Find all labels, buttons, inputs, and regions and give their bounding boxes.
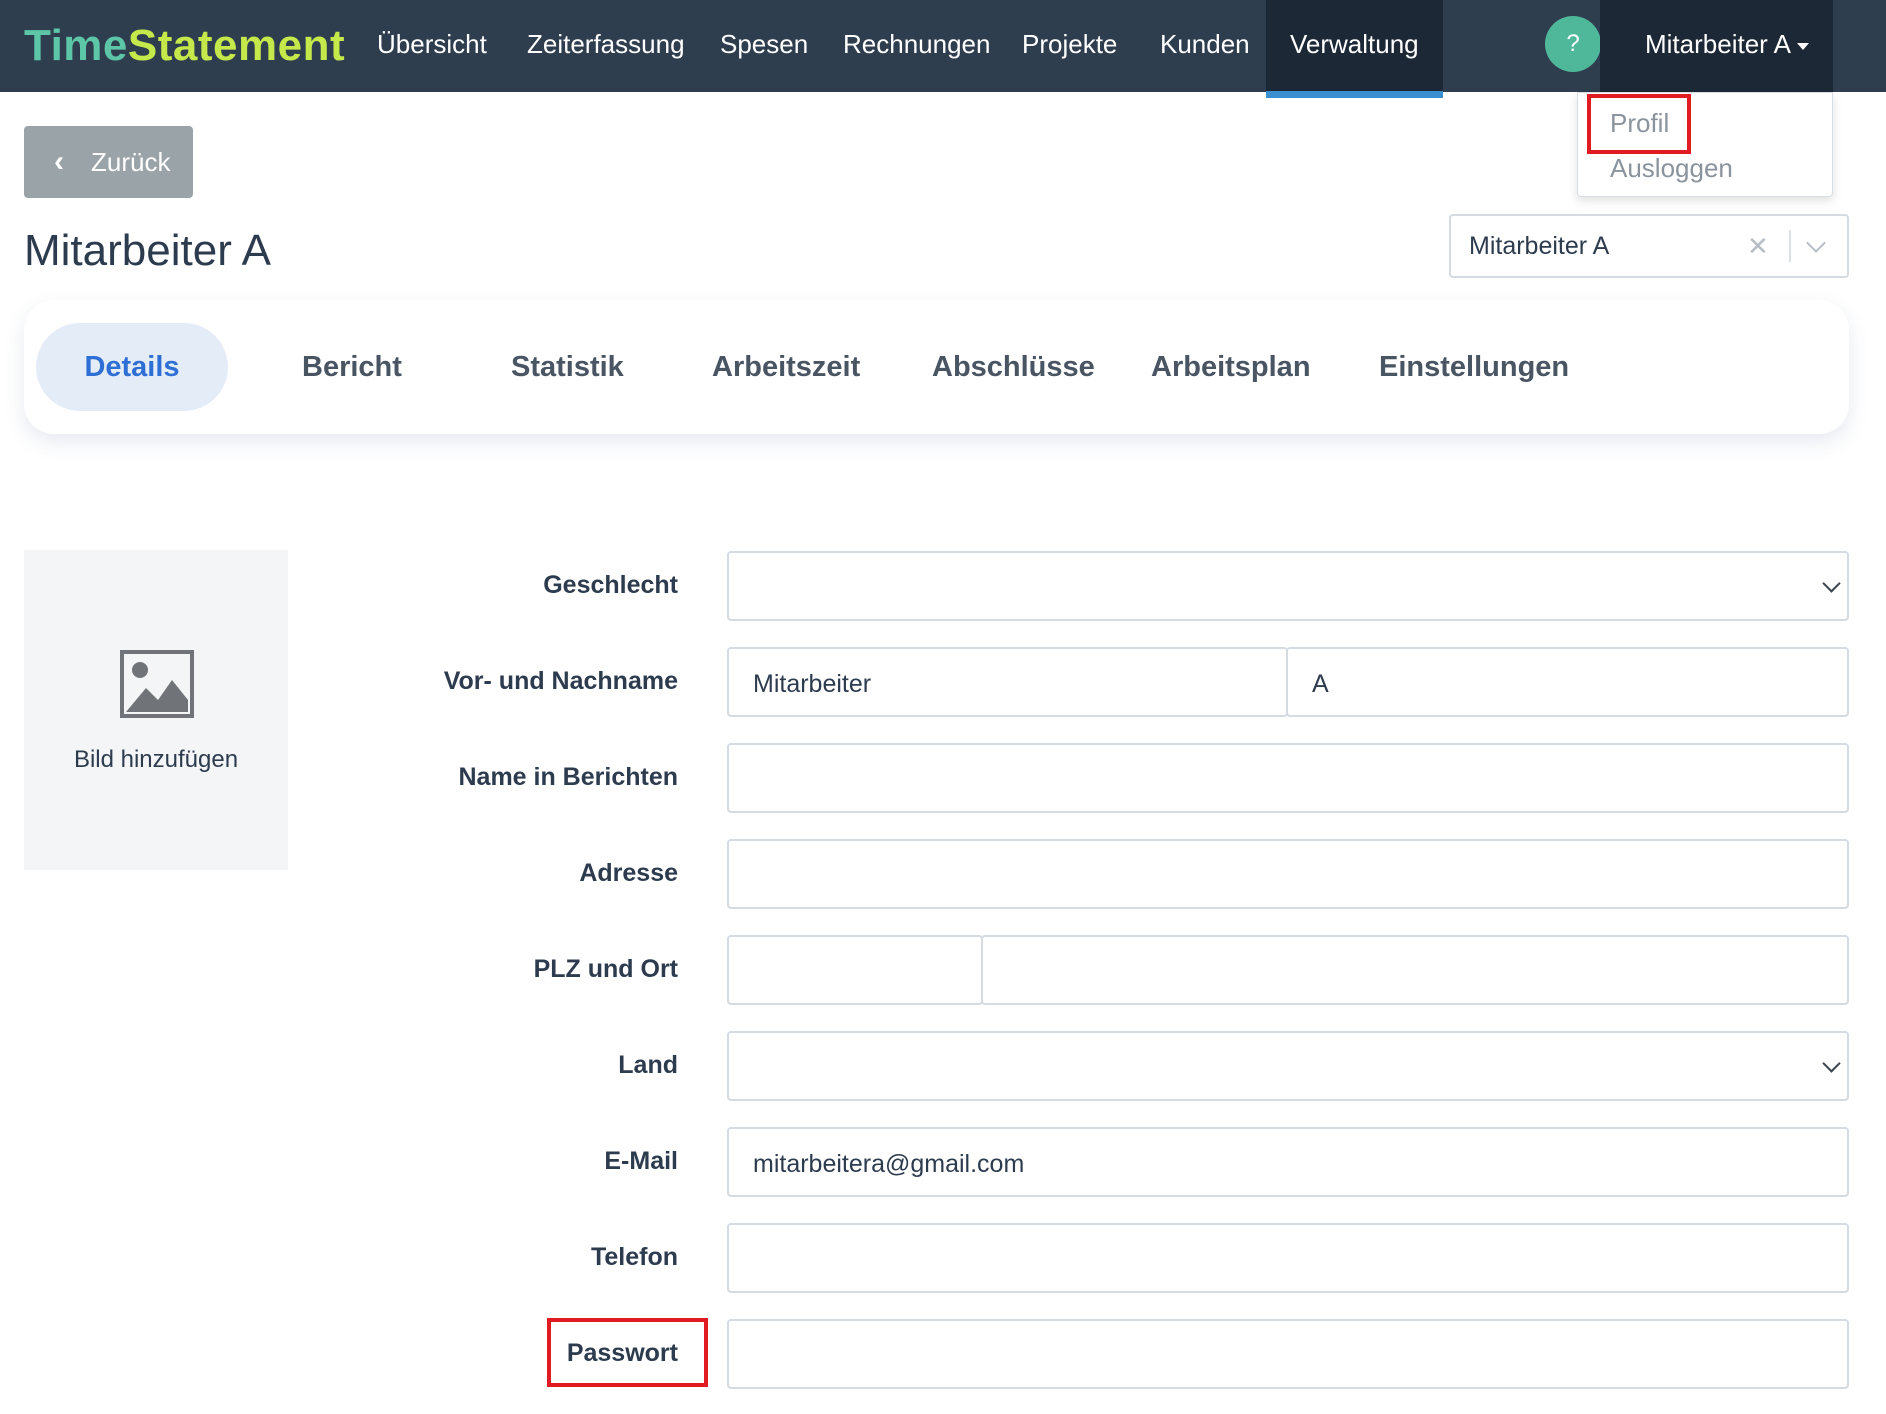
clear-icon[interactable]: ✕: [1747, 216, 1769, 276]
employee-select-value: Mitarbeiter A: [1469, 232, 1610, 260]
tab-details[interactable]: Details: [36, 323, 228, 411]
chevron-down-icon: [1822, 574, 1841, 593]
nav-item-projekte[interactable]: Projekte: [1022, 0, 1117, 92]
last-name-value: A: [1312, 670, 1329, 698]
user-menu-toggle[interactable]: Mitarbeiter A: [1600, 0, 1833, 92]
country-select[interactable]: [727, 1031, 1849, 1101]
chevron-down-icon[interactable]: [1806, 233, 1826, 253]
tab-einstellungen[interactable]: Einstellungen: [1379, 300, 1569, 434]
user-menu-label: Mitarbeiter A: [1645, 29, 1791, 59]
dropdown-item-ausloggen[interactable]: Ausloggen: [1610, 153, 1733, 184]
phone-input[interactable]: [727, 1223, 1849, 1293]
brand-part-1: Time: [24, 21, 128, 70]
nav-item-uebersicht[interactable]: Übersicht: [377, 0, 487, 92]
zip-input[interactable]: [727, 935, 983, 1005]
brand-part-2: Statement: [127, 21, 346, 70]
highlight-profil: [1587, 94, 1691, 154]
tab-statistik[interactable]: Statistik: [511, 300, 624, 434]
nav-item-rechnungen[interactable]: Rechnungen: [843, 0, 990, 92]
tab-abschluesse[interactable]: Abschlüsse: [932, 300, 1095, 434]
nav-item-kunden[interactable]: Kunden: [1160, 0, 1250, 92]
add-image-box[interactable]: Bild hinzufügen: [24, 550, 288, 870]
nav-item-spesen[interactable]: Spesen: [720, 0, 808, 92]
back-button-label: Zurück: [91, 147, 171, 177]
nav-item-verwaltung[interactable]: Verwaltung: [1266, 0, 1443, 98]
first-name-input[interactable]: Mitarbeiter: [727, 647, 1288, 717]
gender-select[interactable]: [727, 551, 1849, 621]
nav-item-zeiterfassung[interactable]: Zeiterfassung: [527, 0, 685, 92]
zip-city-label: PLZ und Ort: [533, 955, 678, 983]
report-name-label: Name in Berichten: [458, 763, 678, 791]
last-name-input[interactable]: A: [1286, 647, 1849, 717]
name-label: Vor- und Nachname: [443, 667, 678, 695]
city-input[interactable]: [981, 935, 1849, 1005]
image-placeholder-icon: [120, 650, 194, 718]
first-name-value: Mitarbeiter: [753, 670, 872, 698]
tab-arbeitsplan[interactable]: Arbeitsplan: [1151, 300, 1311, 434]
page-title: Mitarbeiter A: [24, 226, 271, 275]
email-value: mitarbeitera@gmail.com: [753, 1150, 1025, 1178]
phone-label: Telefon: [590, 1243, 678, 1271]
country-label: Land: [618, 1051, 678, 1079]
brand-logo[interactable]: TimeStatement: [24, 18, 345, 74]
add-image-label: Bild hinzufügen: [73, 746, 239, 773]
password-input[interactable]: [727, 1319, 1849, 1389]
email-label: E-Mail: [604, 1147, 678, 1175]
email-input[interactable]: mitarbeitera@gmail.com: [727, 1127, 1849, 1197]
top-navbar: TimeStatement Übersicht Zeiterfassung Sp…: [0, 0, 1886, 98]
gender-label: Geschlecht: [543, 571, 678, 599]
caret-down-icon: [1796, 42, 1809, 50]
address-label: Adresse: [579, 859, 678, 887]
tab-bericht[interactable]: Bericht: [302, 300, 402, 434]
chevron-left-icon: ‹: [54, 145, 64, 178]
back-button[interactable]: ‹ Zurück: [24, 126, 193, 198]
chevron-down-icon: [1822, 1054, 1841, 1073]
address-input[interactable]: [727, 839, 1849, 909]
tab-bar: Details Bericht Statistik Arbeitszeit Ab…: [24, 300, 1849, 434]
report-name-input[interactable]: [727, 743, 1849, 813]
tab-arbeitszeit[interactable]: Arbeitszeit: [712, 300, 860, 434]
employee-select[interactable]: Mitarbeiter A ✕: [1449, 214, 1849, 278]
select-separator: [1789, 230, 1791, 262]
highlight-passwort: [547, 1318, 708, 1387]
help-button[interactable]: ?: [1545, 16, 1601, 72]
